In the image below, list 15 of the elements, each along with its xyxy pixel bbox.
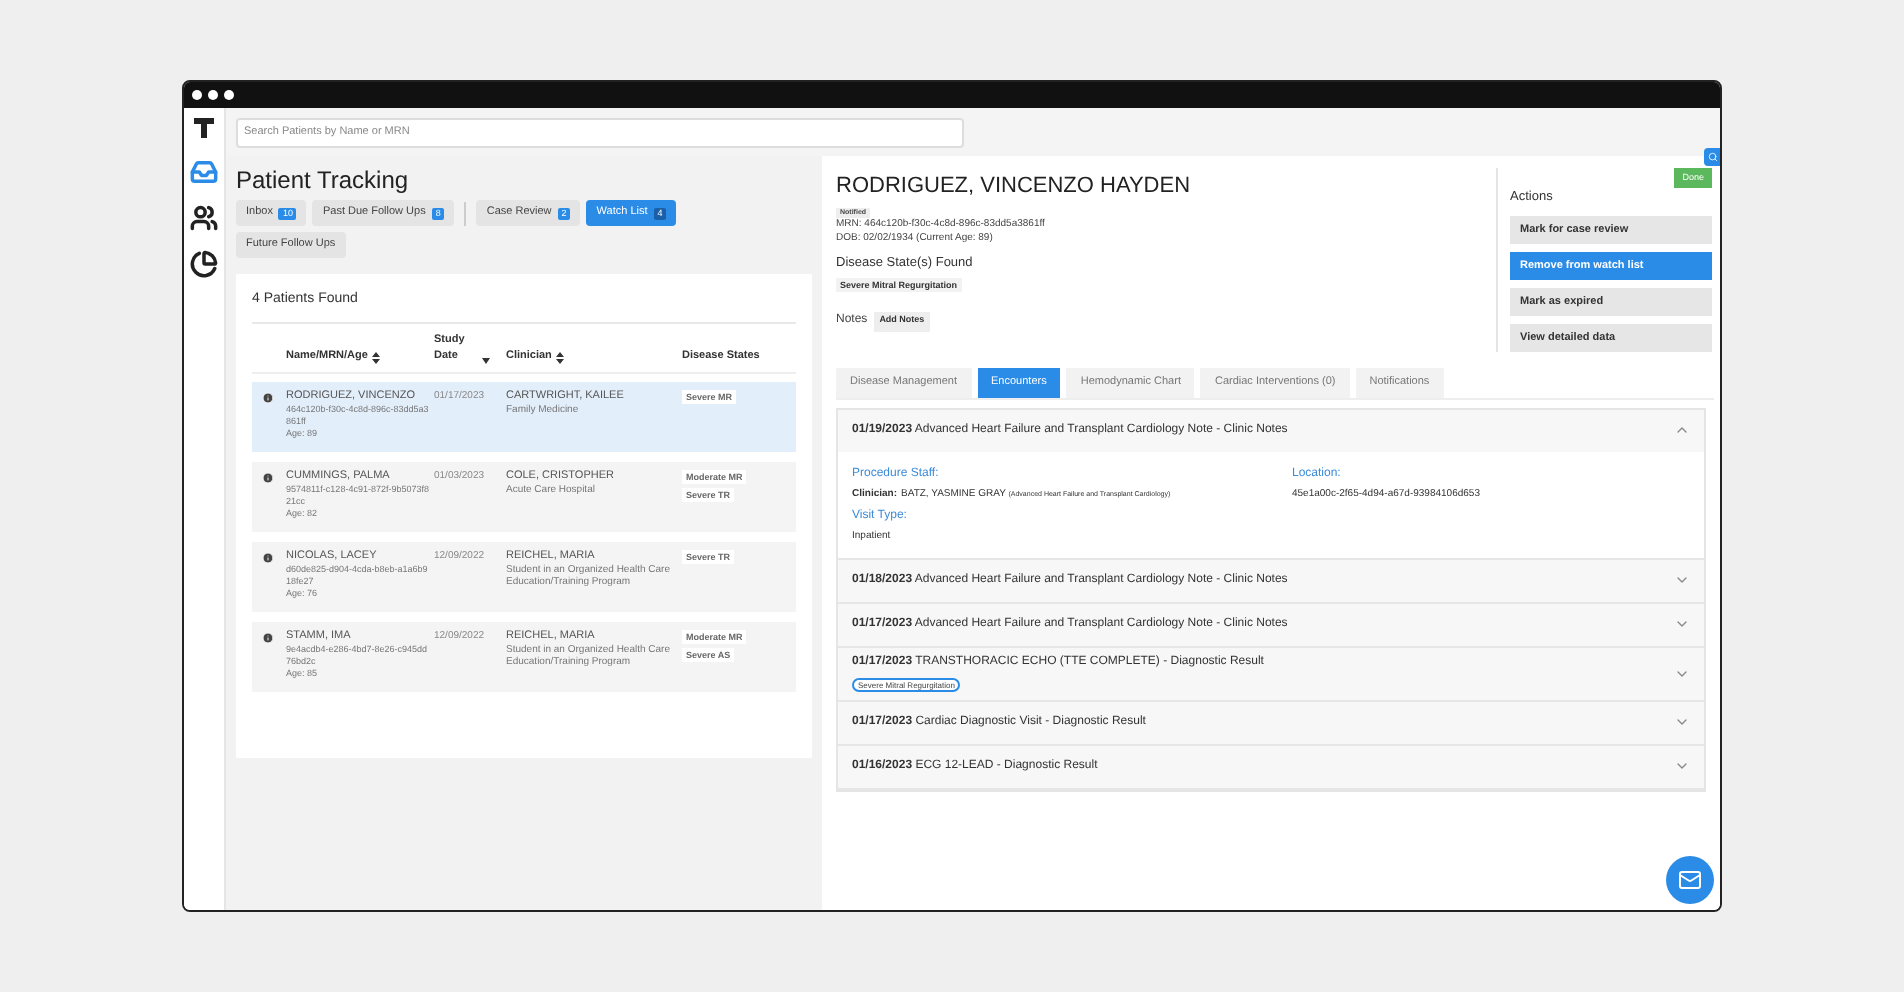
info-icon[interactable] bbox=[261, 552, 273, 564]
people-icon[interactable] bbox=[190, 204, 218, 232]
info-icon[interactable] bbox=[261, 632, 273, 644]
pie-chart-icon[interactable] bbox=[190, 250, 218, 278]
info-icon[interactable] bbox=[261, 472, 273, 484]
search-icon bbox=[1707, 152, 1717, 162]
sort-down-icon[interactable] bbox=[482, 358, 490, 364]
patient-full-name: RODRIGUEZ, VINCENZO HAYDEN bbox=[836, 176, 1191, 198]
mail-button[interactable] bbox=[1666, 856, 1714, 904]
page-title: Patient Tracking bbox=[236, 168, 411, 192]
mail-icon bbox=[1678, 868, 1702, 892]
inbox-icon[interactable] bbox=[190, 158, 218, 186]
info-icon[interactable] bbox=[261, 392, 273, 404]
sort-icon[interactable] bbox=[555, 352, 564, 364]
sort-icon[interactable] bbox=[371, 352, 380, 364]
